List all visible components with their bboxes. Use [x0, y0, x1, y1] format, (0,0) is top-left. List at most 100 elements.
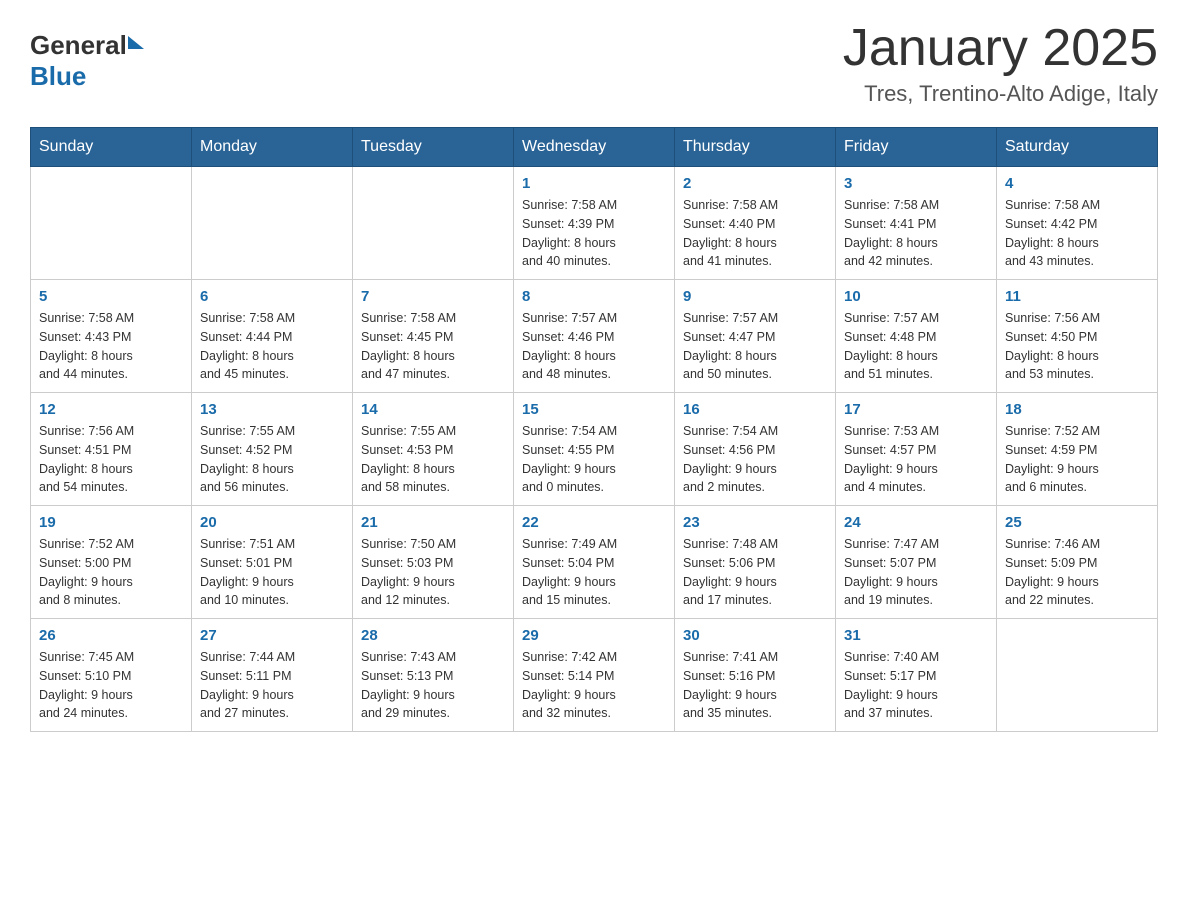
day-number: 18: [1005, 401, 1149, 418]
day-number: 8: [522, 288, 666, 305]
day-info: Sunrise: 7:58 AMSunset: 4:44 PMDaylight:…: [200, 309, 344, 384]
day-number: 23: [683, 514, 827, 531]
calendar-week-row: 19 Sunrise: 7:52 AMSunset: 5:00 PMDayligh…: [31, 506, 1158, 619]
day-number: 28: [361, 627, 505, 644]
day-number: 3: [844, 175, 988, 192]
calendar-day-cell: 6 Sunrise: 7:58 AMSunset: 4:44 PMDaylight…: [192, 280, 353, 393]
calendar-day-cell: [353, 167, 514, 280]
day-number: 13: [200, 401, 344, 418]
day-header-row: SundayMondayTuesdayWednesdayThursdayFrid…: [31, 128, 1158, 167]
calendar-day-cell: 17Sunrise: 7:53 AMSunset: 4:57 PMDayligh…: [836, 393, 997, 506]
calendar-day-cell: 19 Sunrise: 7:52 AMSunset: 5:00 PMDayligh…: [31, 506, 192, 619]
day-of-week-header: Sunday: [31, 128, 192, 167]
calendar-day-cell: 5 Sunrise: 7:58 AMSunset: 4:43 PMDaylight…: [31, 280, 192, 393]
day-info: Sunrise: 7:52 AMSunset: 4:59 PMDaylight:…: [1005, 422, 1149, 497]
calendar-day-cell: 22 Sunrise: 7:49 AMSunset: 5:04 PMDayligh…: [514, 506, 675, 619]
calendar-day-cell: 21 Sunrise: 7:50 AMSunset: 5:03 PMDayligh…: [353, 506, 514, 619]
day-number: 14: [361, 401, 505, 418]
day-info: Sunrise: 7:54 AMSunset: 4:56 PMDaylight:…: [683, 422, 827, 497]
day-number: 29: [522, 627, 666, 644]
calendar-day-cell: 26 Sunrise: 7:45 AMSunset: 5:10 PMDayligh…: [31, 619, 192, 732]
calendar-day-cell: [997, 619, 1158, 732]
day-info: Sunrise: 7:46 AMSunset: 5:09 PMDaylight:…: [1005, 535, 1149, 610]
day-info: Sunrise: 7:52 AMSunset: 5:00 PMDaylight:…: [39, 535, 183, 610]
day-number: 26: [39, 627, 183, 644]
day-number: 16: [683, 401, 827, 418]
day-info: Sunrise: 7:51 AMSunset: 5:01 PMDaylight:…: [200, 535, 344, 610]
day-number: 7: [361, 288, 505, 305]
day-of-week-header: Monday: [192, 128, 353, 167]
day-info: Sunrise: 7:45 AMSunset: 5:10 PMDaylight:…: [39, 648, 183, 723]
calendar-day-cell: 16 Sunrise: 7:54 AMSunset: 4:56 PMDayligh…: [675, 393, 836, 506]
calendar-day-cell: 27 Sunrise: 7:44 AMSunset: 5:11 PMDayligh…: [192, 619, 353, 732]
day-info: Sunrise: 7:44 AMSunset: 5:11 PMDaylight:…: [200, 648, 344, 723]
day-number: 12: [39, 401, 183, 418]
day-number: 11: [1005, 288, 1149, 305]
title-section: January 2025 Tres, Trentino-Alto Adige, …: [843, 20, 1158, 107]
day-info: Sunrise: 7:54 AMSunset: 4:55 PMDaylight:…: [522, 422, 666, 497]
day-number: 10: [844, 288, 988, 305]
day-info: Sunrise: 7:58 AMSunset: 4:45 PMDaylight:…: [361, 309, 505, 384]
day-info: Sunrise: 7:58 AMSunset: 4:40 PMDaylight:…: [683, 196, 827, 271]
calendar-day-cell: 14Sunrise: 7:55 AMSunset: 4:53 PMDayligh…: [353, 393, 514, 506]
calendar-day-cell: [192, 167, 353, 280]
day-info: Sunrise: 7:57 AMSunset: 4:46 PMDaylight:…: [522, 309, 666, 384]
day-info: Sunrise: 7:50 AMSunset: 5:03 PMDaylight:…: [361, 535, 505, 610]
page-header: General Blue January 2025 Tres, Trentino…: [30, 20, 1158, 107]
calendar-day-cell: 10Sunrise: 7:57 AMSunset: 4:48 PMDayligh…: [836, 280, 997, 393]
day-number: 22: [522, 514, 666, 531]
day-number: 17: [844, 401, 988, 418]
calendar-day-cell: 2 Sunrise: 7:58 AMSunset: 4:40 PMDaylight…: [675, 167, 836, 280]
day-number: 2: [683, 175, 827, 192]
calendar-day-cell: 7 Sunrise: 7:58 AMSunset: 4:45 PMDaylight…: [353, 280, 514, 393]
calendar-day-cell: 4Sunrise: 7:58 AMSunset: 4:42 PMDaylight…: [997, 167, 1158, 280]
day-number: 24: [844, 514, 988, 531]
calendar-table: SundayMondayTuesdayWednesdayThursdayFrid…: [30, 127, 1158, 732]
day-number: 6: [200, 288, 344, 305]
day-info: Sunrise: 7:56 AMSunset: 4:50 PMDaylight:…: [1005, 309, 1149, 384]
day-info: Sunrise: 7:57 AMSunset: 4:47 PMDaylight:…: [683, 309, 827, 384]
day-of-week-header: Saturday: [997, 128, 1158, 167]
logo-general-text: General: [30, 30, 127, 61]
month-title: January 2025: [843, 20, 1158, 77]
day-of-week-header: Friday: [836, 128, 997, 167]
logo-blue-text: Blue: [30, 61, 86, 92]
day-info: Sunrise: 7:48 AMSunset: 5:06 PMDaylight:…: [683, 535, 827, 610]
day-number: 5: [39, 288, 183, 305]
calendar-day-cell: 15 Sunrise: 7:54 AMSunset: 4:55 PMDayligh…: [514, 393, 675, 506]
calendar-day-cell: 31Sunrise: 7:40 AMSunset: 5:17 PMDayligh…: [836, 619, 997, 732]
day-info: Sunrise: 7:40 AMSunset: 5:17 PMDaylight:…: [844, 648, 988, 723]
day-of-week-header: Wednesday: [514, 128, 675, 167]
day-number: 30: [683, 627, 827, 644]
day-number: 20: [200, 514, 344, 531]
day-info: Sunrise: 7:55 AMSunset: 4:52 PMDaylight:…: [200, 422, 344, 497]
day-info: Sunrise: 7:56 AMSunset: 4:51 PMDaylight:…: [39, 422, 183, 497]
day-info: Sunrise: 7:49 AMSunset: 5:04 PMDaylight:…: [522, 535, 666, 610]
calendar-week-row: 12 Sunrise: 7:56 AMSunset: 4:51 PMDayligh…: [31, 393, 1158, 506]
calendar-day-cell: 3 Sunrise: 7:58 AMSunset: 4:41 PMDaylight…: [836, 167, 997, 280]
day-info: Sunrise: 7:58 AMSunset: 4:39 PMDaylight:…: [522, 196, 666, 271]
day-info: Sunrise: 7:58 AMSunset: 4:41 PMDaylight:…: [844, 196, 988, 271]
calendar-week-row: 1 Sunrise: 7:58 AMSunset: 4:39 PMDaylight…: [31, 167, 1158, 280]
day-number: 15: [522, 401, 666, 418]
calendar-day-cell: 1 Sunrise: 7:58 AMSunset: 4:39 PMDaylight…: [514, 167, 675, 280]
calendar-day-cell: 20 Sunrise: 7:51 AMSunset: 5:01 PMDayligh…: [192, 506, 353, 619]
day-of-week-header: Thursday: [675, 128, 836, 167]
day-number: 9: [683, 288, 827, 305]
logo: General Blue: [30, 30, 144, 92]
location-text: Tres, Trentino-Alto Adige, Italy: [843, 81, 1158, 107]
calendar-day-cell: 9 Sunrise: 7:57 AMSunset: 4:47 PMDaylight…: [675, 280, 836, 393]
day-info: Sunrise: 7:58 AMSunset: 4:42 PMDaylight:…: [1005, 196, 1149, 271]
day-number: 21: [361, 514, 505, 531]
day-number: 19: [39, 514, 183, 531]
calendar-day-cell: 12 Sunrise: 7:56 AMSunset: 4:51 PMDayligh…: [31, 393, 192, 506]
day-info: Sunrise: 7:58 AMSunset: 4:43 PMDaylight:…: [39, 309, 183, 384]
day-info: Sunrise: 7:41 AMSunset: 5:16 PMDaylight:…: [683, 648, 827, 723]
calendar-day-cell: 18 Sunrise: 7:52 AMSunset: 4:59 PMDayligh…: [997, 393, 1158, 506]
calendar-day-cell: 24Sunrise: 7:47 AMSunset: 5:07 PMDayligh…: [836, 506, 997, 619]
calendar-day-cell: [31, 167, 192, 280]
day-info: Sunrise: 7:42 AMSunset: 5:14 PMDaylight:…: [522, 648, 666, 723]
calendar-week-row: 26 Sunrise: 7:45 AMSunset: 5:10 PMDayligh…: [31, 619, 1158, 732]
day-number: 27: [200, 627, 344, 644]
day-number: 1: [522, 175, 666, 192]
